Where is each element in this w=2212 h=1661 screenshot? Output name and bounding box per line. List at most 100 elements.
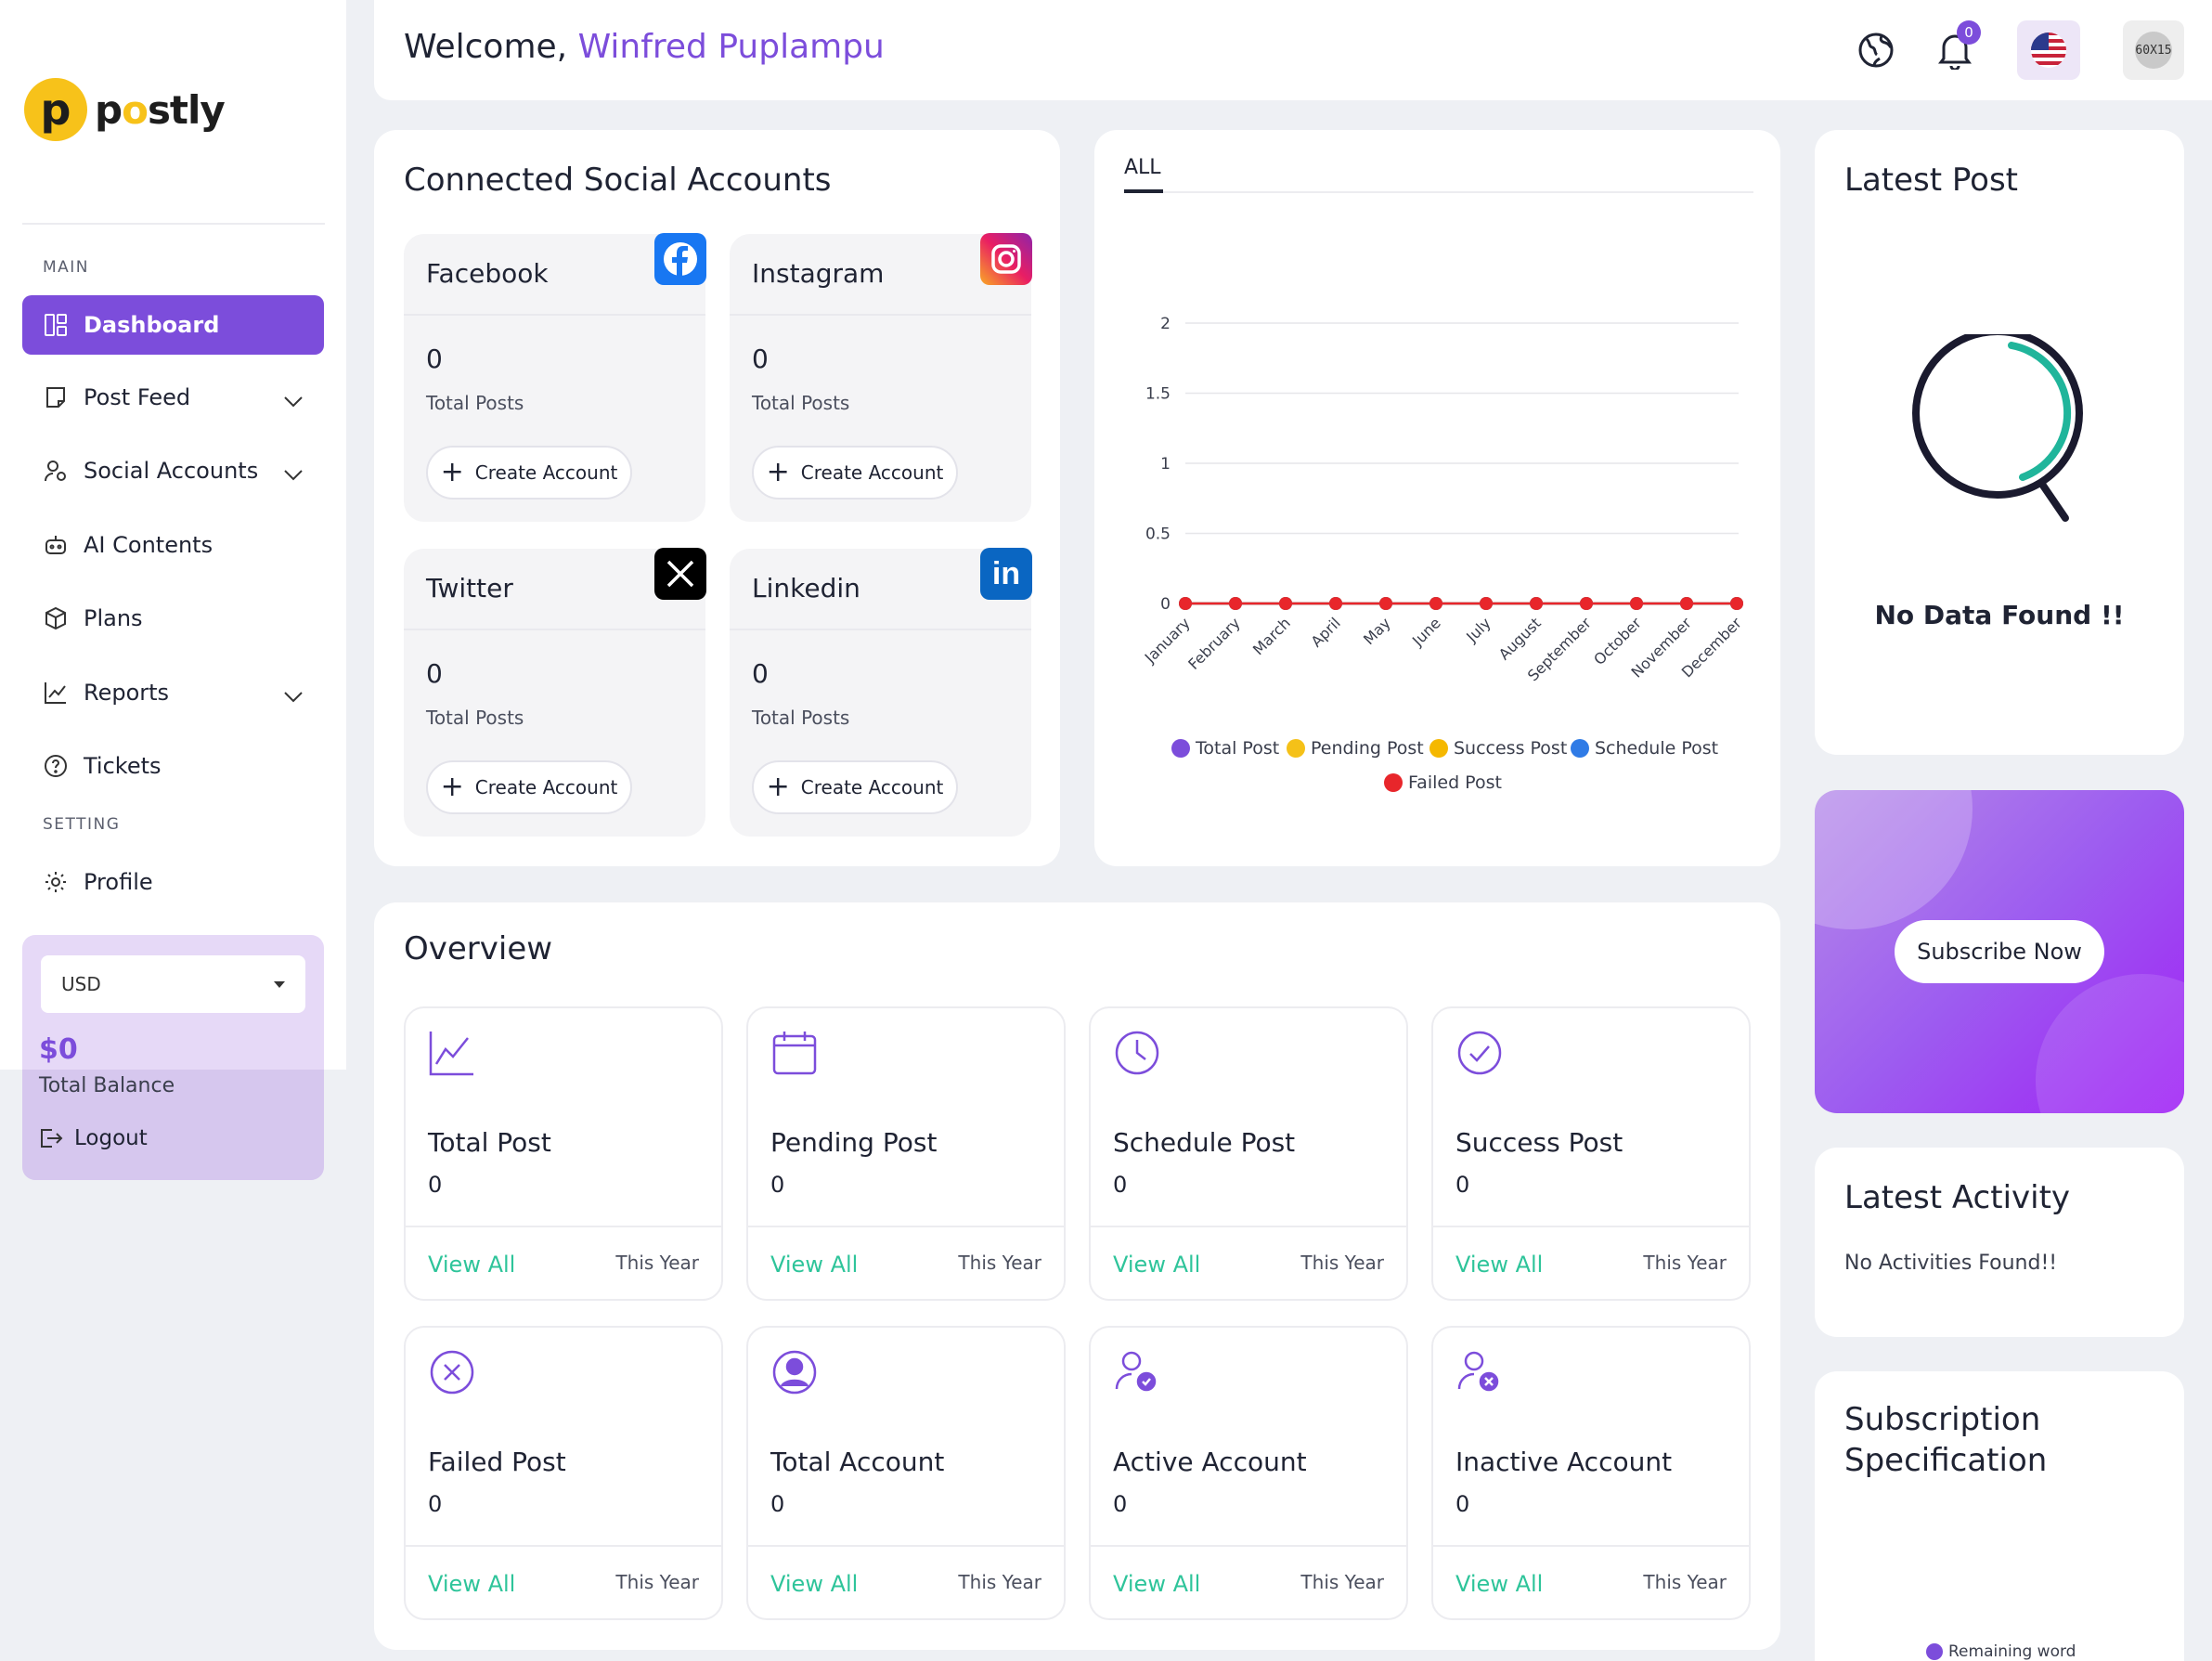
chart-line-icon xyxy=(428,1029,476,1077)
instagram-icon xyxy=(980,233,1032,285)
connected-accounts-card: Connected Social Accounts Facebook 0 Tot… xyxy=(374,130,1060,866)
caret-down-icon xyxy=(274,981,285,988)
legend-item-failed-post[interactable]: Failed Post xyxy=(1384,772,1502,793)
account-post-count: 0 xyxy=(426,658,443,689)
sidebar-item-plans[interactable]: Plans xyxy=(22,589,324,648)
stat-title: Total Post xyxy=(428,1127,551,1158)
y-tick-label: 0.5 xyxy=(1145,526,1171,544)
y-tick-label: 1 xyxy=(1160,455,1171,474)
chart-line-icon xyxy=(43,680,69,706)
plus-icon: + xyxy=(766,456,790,488)
x-tick-label: March xyxy=(1249,614,1294,658)
legend-item-pending-post[interactable]: Pending Post xyxy=(1287,738,1424,759)
sidebar-item-label: Dashboard xyxy=(84,312,220,338)
posts-line-chart: 00.511.52JanuaryFebruary March April May Jun… xyxy=(1141,315,1745,684)
y-tick-label: 2 xyxy=(1160,315,1171,333)
view-all-link[interactable]: View All xyxy=(428,1571,515,1597)
view-all-link[interactable]: View All xyxy=(1455,1571,1543,1597)
sidebar: p postly MAIN Dashboard Post Feed Social… xyxy=(0,0,346,1070)
legend-label: Schedule Post xyxy=(1595,738,1719,759)
stat-value: 0 xyxy=(428,1172,443,1198)
currency-select[interactable]: USD xyxy=(41,955,305,1013)
logo-text: postly xyxy=(95,86,226,133)
stat-period: This Year xyxy=(1643,1571,1727,1593)
user-avatar-button[interactable]: 60X15 xyxy=(2123,20,2184,80)
subscription-spec-title: Subscription Specification xyxy=(1844,1399,2047,1481)
user-name: Winfred Puplampu xyxy=(577,28,885,66)
subscription-legend-label: Remaining word xyxy=(1948,1642,2076,1661)
stat-divider xyxy=(406,1226,721,1227)
data-point-failed-post xyxy=(1480,597,1493,610)
x-tick-label: February xyxy=(1184,614,1244,673)
dashboard-icon xyxy=(43,312,69,338)
legend-item-total-post[interactable]: Total Post xyxy=(1171,738,1279,759)
sidebar-item-label: Reports xyxy=(84,680,170,706)
view-all-link[interactable]: View All xyxy=(1113,1571,1200,1597)
subscribe-now-button[interactable]: Subscribe Now xyxy=(1895,920,2104,983)
view-all-link[interactable]: View All xyxy=(428,1252,515,1278)
sidebar-item-reports[interactable]: Reports xyxy=(22,663,324,722)
legend-label: Failed Post xyxy=(1408,772,1502,793)
account-card-twitter: Twitter 0 Total Posts + Create Account xyxy=(404,548,706,837)
us-flag-icon xyxy=(2031,32,2066,68)
legend-dot xyxy=(1926,1643,1943,1660)
view-all-link[interactable]: View All xyxy=(1455,1252,1543,1278)
account-name: Facebook xyxy=(426,258,549,289)
view-all-link[interactable]: View All xyxy=(1113,1252,1200,1278)
stat-divider xyxy=(406,1545,721,1547)
clock-icon xyxy=(1113,1029,1161,1077)
stat-card-active-account: Active Account 0 View All This Year xyxy=(1089,1326,1408,1620)
sidebar-item-ai-contents[interactable]: AI Contents xyxy=(22,515,324,575)
top-header: Welcome, Winfred Puplampu 0 60X15 xyxy=(374,0,2212,100)
data-point-failed-post xyxy=(1279,597,1292,610)
sidebar-divider xyxy=(22,223,325,225)
legend-item-success-post[interactable]: Success Post xyxy=(1429,738,1567,759)
stat-card-inactive-account: Inactive Account 0 View All This Year xyxy=(1431,1326,1751,1620)
sidebar-item-label: Profile xyxy=(84,869,153,895)
stat-period: This Year xyxy=(615,1252,699,1274)
stat-title: Schedule Post xyxy=(1113,1127,1296,1158)
x-tick-label: April xyxy=(1308,614,1344,650)
latest-activity-card: Latest Activity No Activities Found!! xyxy=(1815,1148,2184,1337)
create-account-label: Create Account xyxy=(800,776,944,798)
posts-chart-card: ALL 0 0.5 1 1.5 2 January February March April Ma… xyxy=(1094,130,1780,866)
create-account-button[interactable]: + Create Account xyxy=(752,760,958,814)
sidebar-item-dashboard[interactable]: Dashboard xyxy=(22,295,324,355)
account-post-count: 0 xyxy=(752,344,769,374)
stat-divider xyxy=(1433,1545,1749,1547)
create-account-button[interactable]: + Create Account xyxy=(426,760,632,814)
robot-icon xyxy=(43,532,69,558)
subscription-spec-title-line2: Specification xyxy=(1844,1442,2048,1479)
sidebar-item-label: Tickets xyxy=(84,753,162,779)
user-circle-icon xyxy=(770,1348,819,1396)
data-point-failed-post xyxy=(1379,597,1392,610)
view-all-link[interactable]: View All xyxy=(770,1252,858,1278)
plus-icon: + xyxy=(440,456,464,488)
stat-value: 0 xyxy=(1113,1172,1128,1198)
social-accounts-icon xyxy=(43,458,69,484)
view-all-link[interactable]: View All xyxy=(770,1571,858,1597)
brand-logo[interactable]: p postly xyxy=(24,78,226,141)
sidebar-item-tickets[interactable]: Tickets xyxy=(22,736,324,796)
stat-value: 0 xyxy=(1455,1491,1470,1517)
sidebar-item-social-accounts[interactable]: Social Accounts xyxy=(22,441,324,500)
sidebar-item-post-feed[interactable]: Post Feed xyxy=(22,368,324,427)
stat-period: This Year xyxy=(1300,1571,1384,1593)
latest-activity-empty: No Activities Found!! xyxy=(1844,1252,2058,1275)
data-point-failed-post xyxy=(1329,597,1342,610)
logout-button[interactable]: Logout xyxy=(39,1126,148,1150)
notifications-button[interactable]: 0 xyxy=(1927,20,1983,78)
chart-tab-all[interactable]: ALL xyxy=(1124,156,1161,179)
create-account-button[interactable]: + Create Account xyxy=(426,446,632,500)
stat-card-total-account: Total Account 0 View All This Year xyxy=(746,1326,1066,1620)
stat-value: 0 xyxy=(1113,1491,1128,1517)
sidebar-item-profile[interactable]: Profile xyxy=(22,852,324,912)
data-point-failed-post xyxy=(1429,597,1442,610)
legend-item-schedule-post[interactable]: Schedule Post xyxy=(1571,738,1718,759)
logout-icon xyxy=(41,1129,63,1148)
create-account-button[interactable]: + Create Account xyxy=(752,446,958,500)
country-flag-button[interactable] xyxy=(2017,20,2080,80)
stat-card-total-post: Total Post 0 View All This Year xyxy=(404,1006,723,1301)
language-button[interactable] xyxy=(1848,22,1904,78)
latest-post-card: Latest Post No Data Found !! xyxy=(1815,130,2184,755)
